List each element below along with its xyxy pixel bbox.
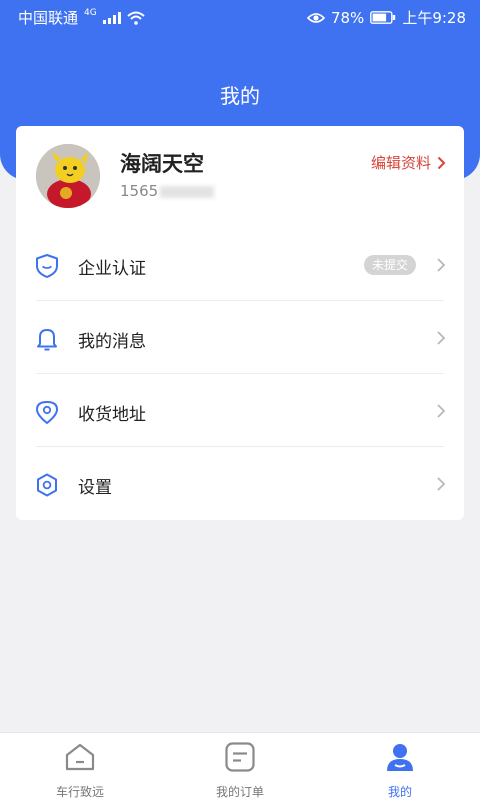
- tab-label: 我的订单: [215, 785, 264, 799]
- chevron-right-icon: [437, 404, 446, 418]
- user-phone: 1565: [120, 182, 215, 200]
- avatar[interactable]: [36, 144, 100, 208]
- menu-item-label: 我的消息: [78, 332, 146, 352]
- battery-icon: [370, 11, 396, 24]
- tab-mine[interactable]: 我的: [320, 733, 480, 800]
- settings-menu: 企业认证 未提交 我的消息 收货地址 设置: [16, 228, 464, 520]
- order-list-icon: [225, 742, 255, 772]
- menu-item-label: 收货地址: [78, 405, 146, 425]
- status-left: 中国联通 4G: [18, 7, 145, 28]
- bottom-tab-bar: 车行致远 我的订单 我的: [0, 732, 480, 800]
- menu-item-settings[interactable]: 设置: [16, 447, 464, 520]
- carrier-label: 中国联通: [18, 9, 79, 27]
- chevron-right-icon: [437, 477, 446, 491]
- menu-item-label: 设置: [78, 478, 112, 498]
- status-bar: 中国联通 4G 78% 上午9:28: [0, 0, 480, 32]
- location-pin-icon: [36, 401, 58, 424]
- tab-my-orders[interactable]: 我的订单: [160, 733, 320, 800]
- chevron-right-icon: [437, 258, 446, 272]
- battery-percent: 78%: [330, 8, 365, 27]
- user-icon: [387, 744, 413, 771]
- phone-visible-digits: 1565: [120, 182, 159, 200]
- wifi-icon: [127, 11, 145, 25]
- signal-icon: [102, 11, 121, 24]
- hexagon-settings-icon: [37, 473, 57, 497]
- tab-label: 我的: [387, 785, 412, 799]
- status-right: 78% 上午9:28: [306, 7, 466, 28]
- home-icon: [65, 743, 95, 771]
- eye-icon: [306, 12, 325, 23]
- status-badge: 未提交: [363, 255, 416, 275]
- edit-profile-link[interactable]: 编辑资料: [371, 152, 446, 173]
- network-type: 4G: [84, 7, 97, 18]
- chevron-right-icon: [437, 156, 446, 169]
- clock: 上午9:28: [402, 9, 466, 27]
- tab-home[interactable]: 车行致远: [0, 733, 160, 800]
- avatar-image: [36, 144, 100, 208]
- profile-card: 海阔天空 1565 编辑资料 企业认证 未提交 我的消息 收货地址 设置: [16, 126, 464, 520]
- menu-item-my-messages[interactable]: 我的消息: [16, 301, 464, 374]
- tab-label: 车行致远: [55, 785, 104, 799]
- menu-item-shipping-address[interactable]: 收货地址: [16, 374, 464, 447]
- phone-masked-digits: [160, 185, 215, 198]
- user-name: 海阔天空: [120, 152, 204, 176]
- menu-item-enterprise-verification[interactable]: 企业认证 未提交: [16, 228, 464, 301]
- chevron-right-icon: [437, 331, 446, 345]
- page-title: 我的: [220, 84, 260, 108]
- shield-icon: [36, 254, 58, 278]
- edit-profile-label: 编辑资料: [370, 154, 431, 172]
- bell-icon: [37, 329, 57, 351]
- menu-item-label: 企业认证: [78, 259, 146, 279]
